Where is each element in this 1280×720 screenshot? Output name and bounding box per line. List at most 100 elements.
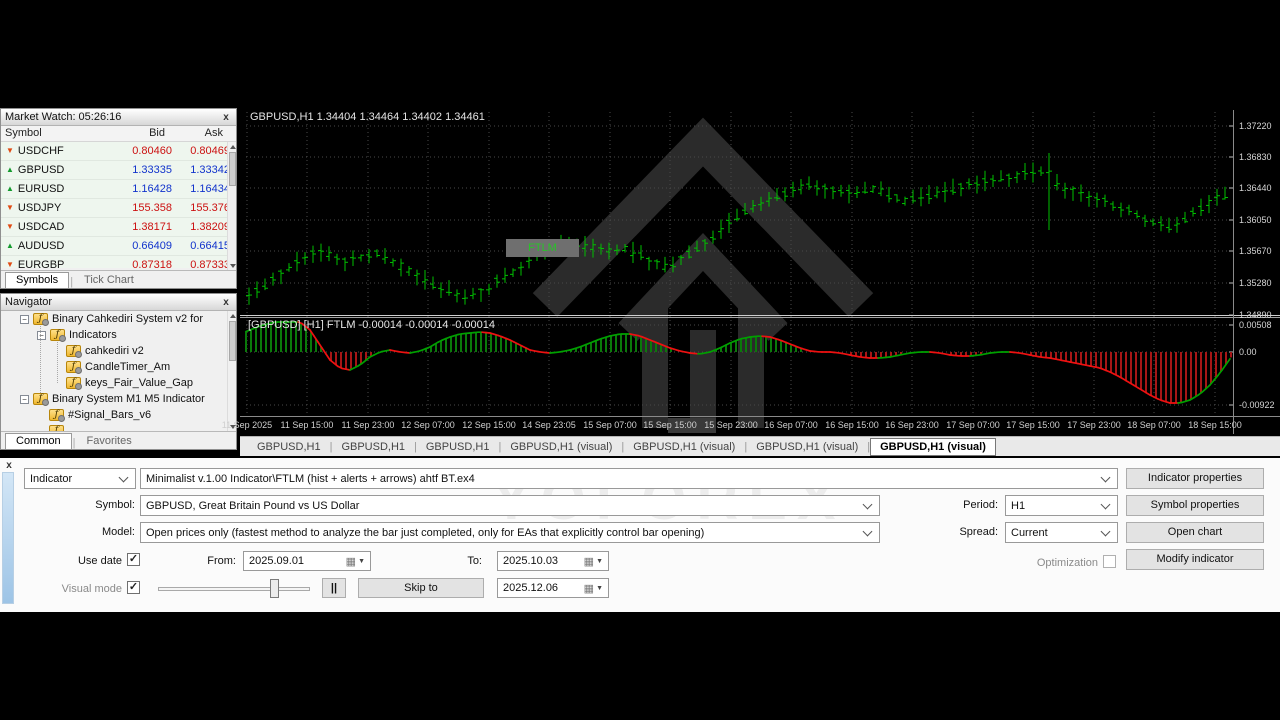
price-axis-label: 1.35280 [1239, 278, 1272, 288]
navigator-title: Navigator [5, 296, 53, 308]
use-date-checkbox[interactable]: ✓ [127, 553, 140, 566]
scrollbar-thumb[interactable] [229, 321, 236, 361]
navigator-panel: Navigator x − ƒ Binary Cahkediri System v2… [0, 293, 237, 450]
chart-tab[interactable]: GBPUSD,H1 (visual) [501, 439, 621, 455]
scroll-up-icon[interactable] [228, 311, 237, 320]
market-watch-header[interactable]: Symbol Bid Ask [1, 126, 236, 142]
navigator-item[interactable]: ƒ #Signal_Bars_v6 [1, 407, 236, 423]
to-date-picker[interactable]: 2025.10.03 ▦ ▼ [497, 551, 609, 571]
navigator-item[interactable]: ƒ CandleTimer_Am [1, 359, 236, 375]
navigator-tree: − ƒ Binary Cahkediri System v2 for − ƒ Indica… [1, 311, 236, 432]
modify-indicator-button[interactable]: Modify indicator [1126, 549, 1264, 570]
close-icon[interactable]: x [220, 112, 232, 123]
mql-indicator-icon: ƒ [50, 329, 66, 342]
time-axis-label: 16 Sep 07:00 [764, 420, 818, 430]
symbol-cell: ▼ USDJPY [1, 202, 114, 214]
market-watch-tab-symbols[interactable]: Symbols [5, 272, 70, 288]
price-chart[interactable] [240, 108, 1280, 456]
close-icon[interactable]: x [220, 297, 232, 308]
calendar-icon: ▦ [583, 555, 595, 568]
symbol-name: USDJPY [17, 202, 62, 214]
spread-label: Spread: [959, 526, 998, 538]
market-watch-row[interactable]: ▲ GBPUSD 1.33335 1.33342 [1, 161, 236, 180]
symbol-properties-button[interactable]: Symbol properties [1126, 495, 1264, 516]
navigator-tab-favorites[interactable]: Favorites [76, 434, 141, 449]
from-date-picker[interactable]: 2025.09.01 ▦ ▼ [243, 551, 371, 571]
column-ask[interactable]: Ask [169, 126, 227, 141]
chart-tab[interactable]: GBPUSD,H1 (visual) [870, 437, 996, 456]
period-label: Period: [963, 499, 998, 511]
market-watch-row[interactable]: ▲ AUDUSD 0.66409 0.66415 [1, 237, 236, 256]
price-scale[interactable]: 1.37220 1.36830 1.36440 1.36050 1.35670 1.352… [1237, 108, 1280, 434]
period-select[interactable]: H1 [1005, 495, 1118, 516]
optimization-checkbox[interactable] [1103, 555, 1116, 568]
collapse-icon[interactable]: − [37, 330, 46, 340]
market-watch-title: Market Watch: 05:26:16 [5, 111, 122, 123]
bid-value: 0.66409 [132, 240, 172, 252]
open-chart-button[interactable]: Open chart [1126, 522, 1264, 543]
column-bid[interactable]: Bid [105, 126, 169, 141]
navigator-scrollbar[interactable] [227, 311, 236, 432]
indicator-axis-label: 0.00508 [1239, 320, 1272, 330]
to-date-value: 2025.10.03 [503, 555, 559, 567]
time-axis-label: 17 Sep 15:00 [1006, 420, 1060, 430]
navigator-item-label: keys_Fair_Value_Gap [85, 377, 194, 389]
market-watch-row[interactable]: ▼ USDJPY 155.358 155.376 [1, 199, 236, 218]
chevron-down-icon: ▼ [596, 557, 603, 565]
chart-tab[interactable]: GBPUSD,H1 (visual) [624, 439, 744, 455]
time-axis-label: 16 Sep 15:00 [825, 420, 879, 430]
ftlm-indicator-label[interactable]: FTLM [506, 239, 579, 257]
time-axis-label: 15 Sep 07:00 [583, 420, 637, 430]
market-watch-rows: ▼ USDCHF 0.80460 0.80469 ▲ GBPUSD 1.33335 1.333… [1, 142, 236, 268]
tester-indicator-select[interactable]: Minimalist v.1.00 Indicator\FTLM (hist +… [140, 468, 1118, 489]
column-symbol[interactable]: Symbol [1, 126, 105, 141]
chart-tab[interactable]: GBPUSD,H1 [417, 439, 499, 455]
chart-tab[interactable]: GBPUSD,H1 [248, 439, 330, 455]
scroll-up-icon[interactable] [228, 142, 237, 151]
symbol-name: GBPUSD [17, 164, 65, 176]
symbol-select[interactable]: GBPUSD, Great Britain Pound vs US Dollar [140, 495, 880, 516]
scrollbar-thumb[interactable] [229, 152, 236, 186]
market-watch-row[interactable]: ▲ EURUSD 1.16428 1.16434 [1, 180, 236, 199]
collapse-icon[interactable]: − [20, 314, 29, 324]
collapse-icon[interactable]: − [20, 394, 29, 404]
navigator-item-label: #Signal_Bars_v6 [68, 409, 152, 421]
navigator-item[interactable]: ƒ cahkediri v2 [1, 343, 236, 359]
tester-indicator-value: Minimalist v.1.00 Indicator\FTLM (hist +… [146, 472, 475, 485]
chart-tabbar: GBPUSD,H1 | GBPUSD,H1 | GBPUSD,H1 | GBPUSD,H1 … [240, 436, 1280, 456]
indicator-properties-button[interactable]: Indicator properties [1126, 468, 1264, 489]
symbol-cell: ▼ USDCHF [1, 145, 114, 157]
market-watch-row[interactable]: ▼ USDCAD 1.38171 1.38209 [1, 218, 236, 237]
visual-speed-slider[interactable] [158, 587, 310, 591]
slider-handle[interactable] [270, 579, 279, 598]
time-axis-label: 17 Sep 23:00 [1067, 420, 1121, 430]
market-watch-titlebar: Market Watch: 05:26:16 x [1, 109, 236, 126]
indicator-axis-label: 0.00 [1239, 347, 1257, 357]
time-axis-label: 11 Sep 23:00 [341, 420, 395, 430]
visual-mode-checkbox[interactable]: ✓ [127, 581, 140, 594]
market-watch-row[interactable]: ▼ USDCHF 0.80460 0.80469 [1, 142, 236, 161]
mql-indicator-icon: ƒ [66, 345, 82, 358]
skip-to-date-picker[interactable]: 2025.12.06 ▦ ▼ [497, 578, 609, 598]
chart-tab[interactable]: GBPUSD,H1 [332, 439, 414, 455]
market-watch-scrollbar[interactable] [227, 142, 236, 271]
close-icon[interactable]: x [3, 460, 15, 471]
tester-type-select[interactable]: Indicator [24, 468, 136, 489]
chevron-down-icon [1100, 472, 1111, 482]
navigator-item[interactable]: − ƒ Indicators [1, 327, 236, 343]
time-axis[interactable]: 11 Sep 2025 11 Sep 15:00 11 Sep 23:00 12 Se… [222, 419, 1280, 434]
market-watch-tab-tick-chart[interactable]: Tick Chart [74, 273, 144, 288]
navigator-item[interactable]: − ƒ Binary System M1 M5 Indicator [1, 391, 236, 407]
time-axis-label: 15 Sep 23:00 [704, 420, 758, 430]
navigator-item[interactable]: − ƒ Binary Cahkediri System v2 for [1, 311, 236, 327]
chart-tab[interactable]: GBPUSD,H1 (visual) [747, 439, 867, 455]
market-watch-row[interactable]: ▼ EURGBP 0.87318 0.87333 [1, 256, 236, 268]
model-select[interactable]: Open prices only (fastest method to anal… [140, 522, 880, 543]
skip-to-button[interactable]: Skip to [358, 578, 484, 598]
pause-button[interactable]: || [322, 578, 346, 598]
bid-value: 1.33335 [132, 164, 172, 176]
navigator-tab-common[interactable]: Common [5, 433, 72, 449]
mql-indicator-icon: ƒ [49, 409, 65, 422]
navigator-item[interactable]: ƒ keys_Fair_Value_Gap [1, 375, 236, 391]
spread-select[interactable]: Current [1005, 522, 1118, 543]
